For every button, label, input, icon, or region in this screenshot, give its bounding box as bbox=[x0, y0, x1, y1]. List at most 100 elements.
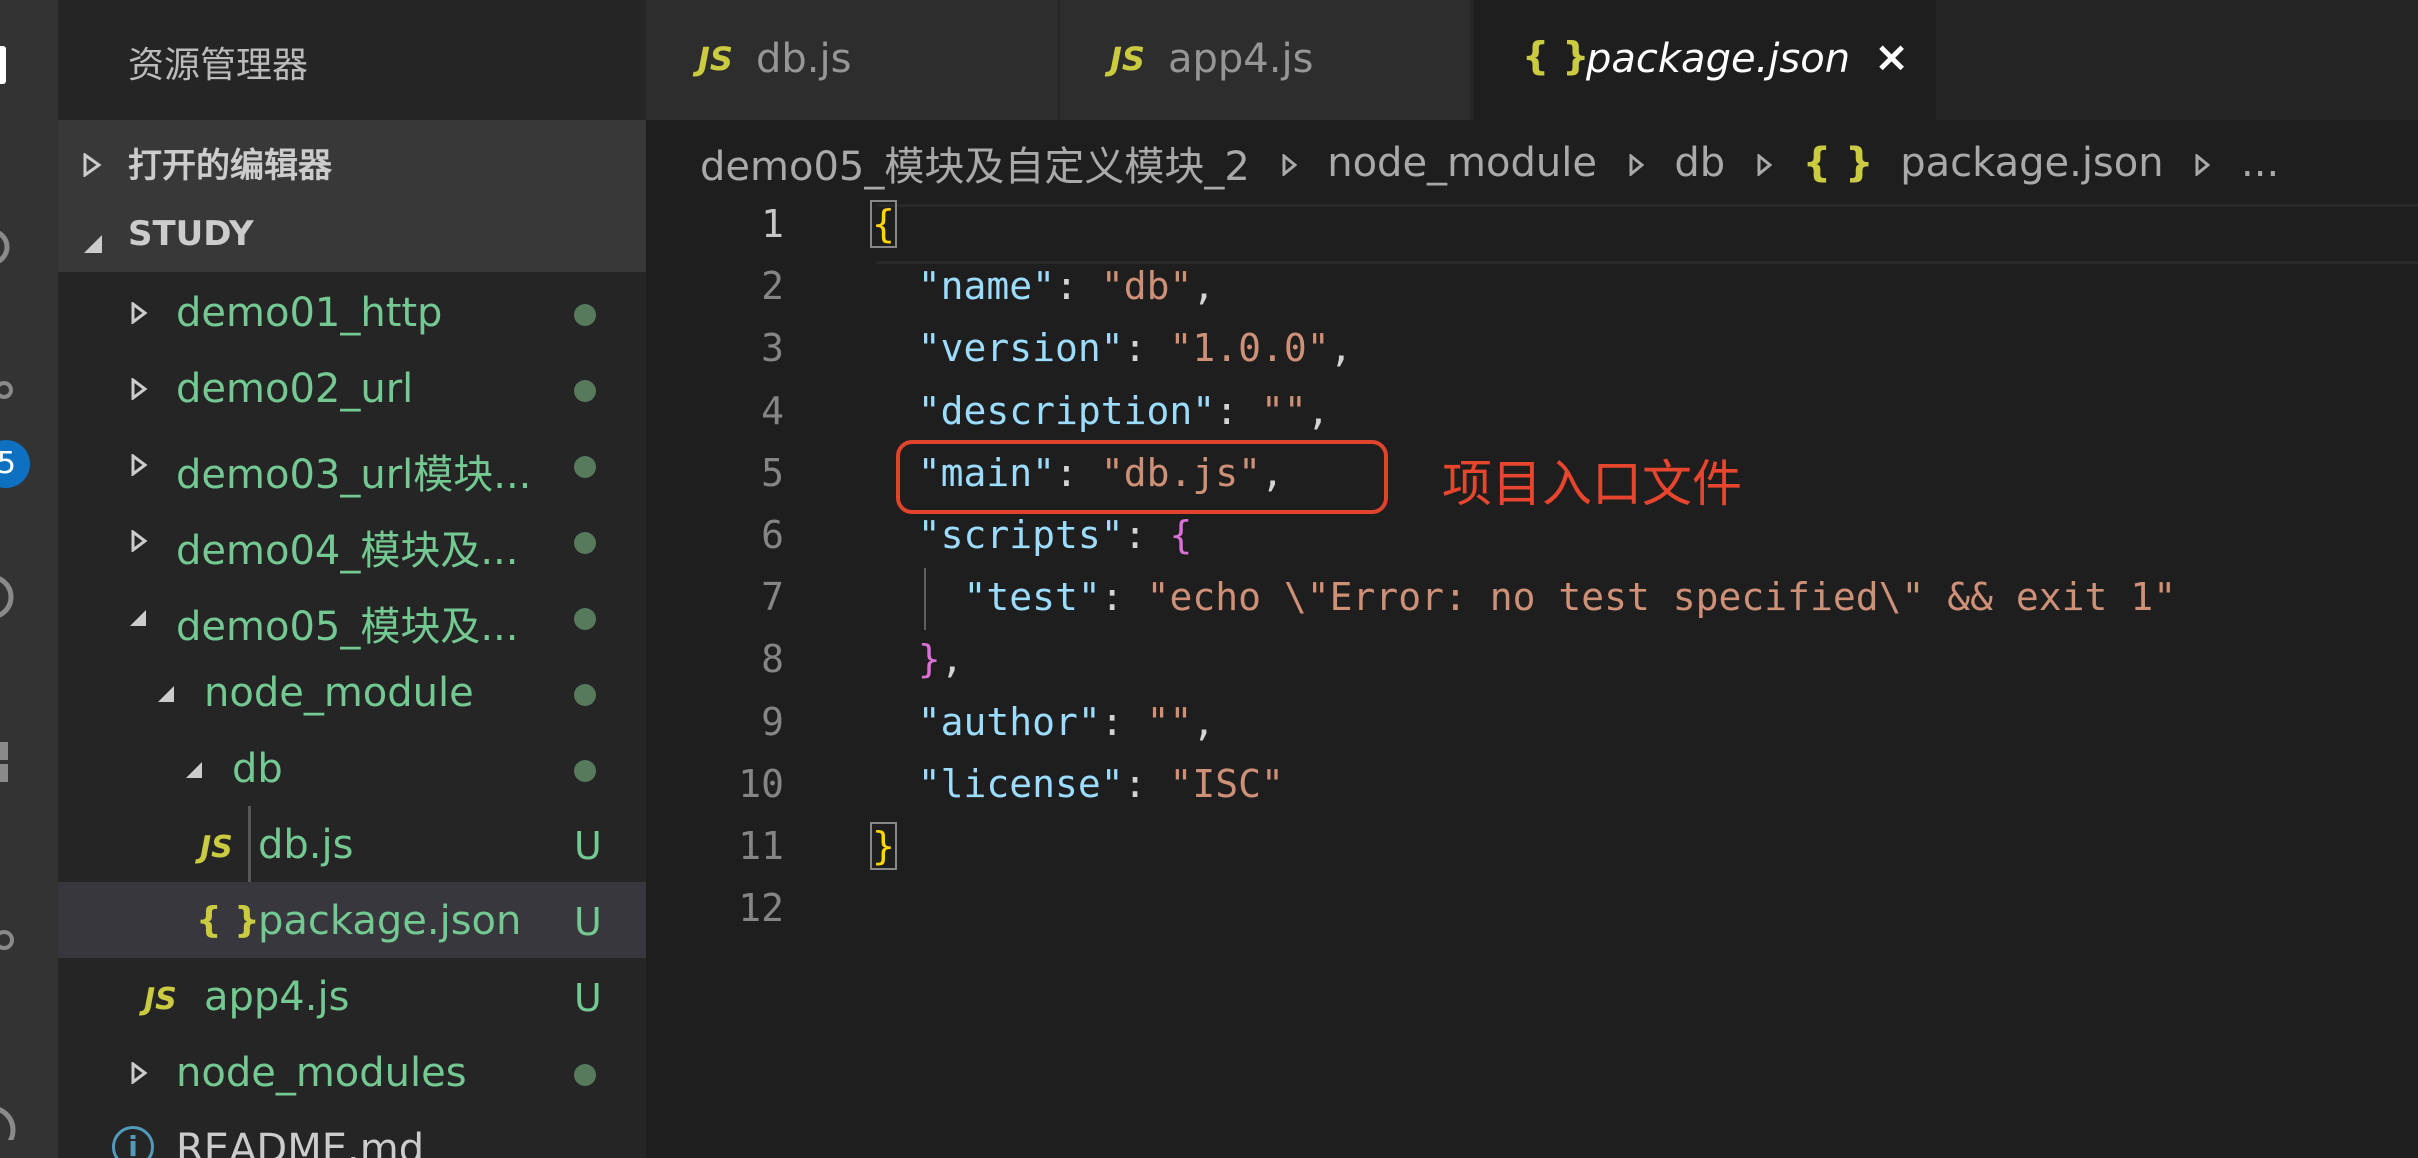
git-status-dot bbox=[574, 684, 596, 706]
tree-folder-node-modules[interactable]: node_modules bbox=[58, 1034, 646, 1110]
tree-file-readme[interactable]: i README.md bbox=[58, 1110, 646, 1158]
tree-folder-db[interactable]: db bbox=[58, 730, 646, 806]
line-number: 3 bbox=[761, 326, 784, 371]
tab-db-js[interactable]: JS db.js bbox=[646, 0, 1058, 120]
code-line[interactable]: { bbox=[870, 200, 897, 248]
line-number: 10 bbox=[738, 761, 784, 806]
code-token: "echo \"Error: no test specified\" && ex… bbox=[1146, 575, 2177, 620]
tree-item-label: db bbox=[232, 746, 283, 792]
chevron-right-icon bbox=[1756, 140, 1773, 186]
line-number: 9 bbox=[761, 699, 784, 744]
breadcrumb: demo05_模块及自定义模块_2 node_module db { } pac… bbox=[700, 134, 2279, 190]
chevron-down-icon bbox=[184, 760, 204, 784]
code-token: : bbox=[1055, 264, 1101, 309]
git-status-untracked: U bbox=[574, 976, 602, 1020]
tree-folder-demo02[interactable]: demo02_url bbox=[58, 350, 646, 426]
line-number: 7 bbox=[761, 575, 784, 620]
line-number: 2 bbox=[761, 264, 784, 309]
code-line[interactable]: "scripts": { bbox=[872, 513, 1193, 557]
code-token: , bbox=[1329, 326, 1353, 371]
chevron-right-icon bbox=[82, 146, 102, 186]
tree-folder-demo04[interactable]: demo04_模块及... bbox=[58, 502, 646, 578]
code-token: "scripts" bbox=[917, 513, 1124, 557]
code-token: : bbox=[1215, 388, 1261, 433]
search-icon[interactable] bbox=[0, 222, 16, 272]
extensions-icon[interactable] bbox=[0, 740, 16, 790]
remote-icon[interactable] bbox=[0, 910, 16, 960]
code-line[interactable]: "name": "db", bbox=[872, 264, 1215, 308]
info-icon: i bbox=[112, 1126, 154, 1158]
json-file-icon: { } bbox=[196, 900, 260, 941]
breadcrumb-item[interactable]: db bbox=[1674, 140, 1725, 186]
code-token: "" bbox=[1146, 699, 1193, 744]
tree-folder-demo05[interactable]: demo05_模块及... bbox=[58, 578, 646, 654]
line-number: 4 bbox=[761, 388, 784, 433]
code-token: "author" bbox=[917, 699, 1101, 744]
tree-folder-demo01[interactable]: demo01_http bbox=[58, 274, 646, 350]
tree-file-package-json[interactable]: { } package.json U bbox=[58, 882, 646, 958]
code-token: : bbox=[1123, 326, 1170, 371]
git-status-dot bbox=[574, 532, 596, 554]
chevron-right-icon bbox=[130, 301, 148, 328]
git-status-dot bbox=[574, 608, 596, 630]
code-line[interactable]: "test": "echo \"Error: no test specified… bbox=[872, 575, 2177, 620]
breadcrumb-item[interactable]: ... bbox=[2241, 140, 2279, 186]
open-editors-section[interactable]: 打开的编辑器 bbox=[58, 120, 646, 196]
tree-item-label: node_modules bbox=[176, 1050, 467, 1096]
code-token: : bbox=[1100, 699, 1147, 744]
js-file-icon: JS bbox=[1110, 40, 1145, 78]
chevron-right-icon bbox=[130, 377, 148, 404]
debug-icon[interactable] bbox=[0, 572, 16, 622]
tree-item-label: db.js bbox=[258, 822, 354, 868]
code-line[interactable]: "license": "ISC" bbox=[872, 762, 1284, 806]
code-line[interactable]: }, bbox=[872, 637, 964, 681]
chevron-right-icon bbox=[130, 529, 148, 556]
tree-item-label: demo01_http bbox=[176, 290, 443, 336]
tree-folder-node-module[interactable]: node_module bbox=[58, 654, 646, 730]
code-token: } bbox=[870, 822, 897, 870]
tree-file-app4-js[interactable]: JS app4.js U bbox=[58, 958, 646, 1034]
code-token: "" bbox=[1260, 388, 1307, 433]
breadcrumb-item[interactable]: package.json bbox=[1900, 140, 2163, 186]
code-token: "1.0.0" bbox=[1169, 326, 1330, 371]
tree-item-label: demo02_url bbox=[176, 366, 414, 412]
code-token: "name" bbox=[917, 264, 1056, 309]
code-line[interactable]: } bbox=[870, 822, 897, 870]
explorer-title: 资源管理器 bbox=[128, 45, 309, 86]
source-control-icon[interactable] bbox=[0, 370, 16, 420]
workspace-section[interactable]: STUDY bbox=[58, 196, 646, 272]
explorer-icon[interactable] bbox=[0, 40, 16, 90]
tree-item-label: README.md bbox=[176, 1126, 425, 1158]
code-token: "test" bbox=[963, 575, 1101, 620]
line-number: 5 bbox=[761, 450, 784, 495]
tree-folder-demo03[interactable]: demo03_url模块... bbox=[58, 426, 646, 502]
tab-package-json[interactable]: { } package.json × bbox=[1474, 0, 1936, 120]
tab-app4-js[interactable]: JS app4.js bbox=[1060, 0, 1470, 120]
code-token: : bbox=[1123, 513, 1170, 557]
line-number: 8 bbox=[761, 637, 784, 682]
editor-tab-bar: JS db.js JS app4.js { } package.json × bbox=[646, 0, 2418, 120]
code-token: , bbox=[940, 637, 964, 682]
tree-file-db-js[interactable]: JS db.js U bbox=[58, 806, 646, 882]
line-number: 1 bbox=[761, 202, 784, 246]
code-line[interactable]: "author": "", bbox=[872, 700, 1215, 744]
code-editor[interactable]: 1 2 3 4 5 6 7 8 9 10 11 12 { "name": "db", "version… bbox=[646, 196, 2418, 1158]
notification-badge: 5 bbox=[0, 440, 30, 488]
code-token: "description" bbox=[917, 388, 1216, 433]
code-line[interactable]: "description": "", bbox=[872, 389, 1330, 433]
breadcrumb-item[interactable]: demo05_模块及自定义模块_2 bbox=[700, 134, 1250, 192]
breadcrumb-item[interactable]: node_module bbox=[1327, 140, 1597, 186]
json-file-icon: { } bbox=[1802, 140, 1874, 186]
explorer-sidebar: 资源管理器 打开的编辑器 STUDY demo01_http demo02_ur… bbox=[58, 0, 646, 1158]
account-icon[interactable] bbox=[0, 1090, 16, 1153]
tab-label: app4.js bbox=[1168, 36, 1314, 82]
js-file-icon: JS bbox=[144, 982, 177, 1017]
close-icon[interactable]: × bbox=[1874, 32, 1909, 81]
code-line[interactable]: "version": "1.0.0", bbox=[872, 326, 1353, 371]
